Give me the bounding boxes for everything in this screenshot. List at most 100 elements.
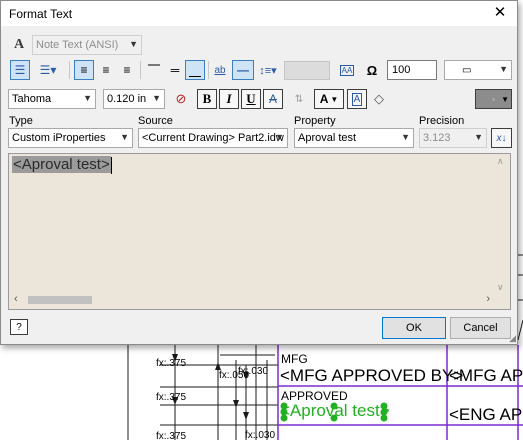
font-size-select[interactable]: 0.120 in ▼ — [103, 89, 165, 109]
insert-symbol-button[interactable]: A ▼ — [314, 89, 344, 109]
resize-grip-icon[interactable]: ◢ — [509, 333, 516, 344]
line-button[interactable]: — — [232, 60, 254, 80]
insert-symbol-icon: A — [319, 92, 329, 106]
source-select[interactable]: <Current Drawing> Part2.idw ▼ — [138, 128, 288, 148]
precision-value: 3.123 — [423, 132, 451, 144]
text-editor[interactable]: <Aproval test> ∧ ∨ ‹ › — [8, 153, 511, 310]
editor-text[interactable]: <Aproval test> — [12, 156, 111, 173]
insert-field-select[interactable]: ▭ ▼ — [444, 60, 512, 80]
rectangle-icon: ▭ — [462, 64, 472, 76]
clear-format-button[interactable]: ◇ — [369, 89, 389, 109]
dim-label: fx:.375 — [156, 431, 187, 440]
help-button[interactable]: ? — [10, 319, 28, 335]
close-button[interactable]: ✕ — [491, 4, 509, 22]
align-left-icon: ≡ — [80, 63, 88, 77]
ok-label: OK — [406, 322, 422, 334]
width-scale-glyph-icon: Ω — [366, 62, 378, 78]
format-text-dialog: Format Text ✕ A Note Text (ANSI) ▼ ☰ ☰▾ … — [0, 0, 518, 345]
numbering-button[interactable]: ☰▾ — [33, 60, 63, 80]
chevron-down-icon: ▼ — [120, 132, 129, 142]
add-parameter-icon: x↓ — [496, 132, 507, 144]
mfg-app-field[interactable]: <MFG APP — [449, 366, 523, 386]
align-top-button[interactable]: ⎺ — [144, 60, 164, 80]
chevron-down-icon: ∨ — [497, 282, 504, 292]
align-left-button[interactable]: ≡ — [74, 60, 94, 80]
chevron-down-icon: ▼ — [275, 132, 284, 142]
add-parameter-button[interactable]: x↓ — [491, 128, 512, 148]
numbered-list-icon: ☰▾ — [39, 63, 57, 77]
chevron-down-icon: ▼ — [474, 132, 483, 142]
chevron-down-icon: ▼ — [83, 93, 92, 103]
aproval-test-field[interactable]: <Aproval test> — [280, 401, 390, 421]
underline-button[interactable]: U — [241, 89, 261, 109]
property-value: Aproval test — [298, 132, 357, 144]
align-middle-button[interactable]: ═ — [165, 60, 185, 80]
bullets-button[interactable]: ☰ — [10, 60, 30, 80]
align-bottom-button[interactable]: ⎽ — [185, 60, 205, 80]
background-fill-icon: A — [351, 92, 363, 106]
italic-button[interactable]: I — [219, 89, 239, 109]
width-scale-icon: Ω — [362, 60, 382, 80]
font-select[interactable]: Tahoma ▼ — [8, 89, 96, 109]
eng-app-field[interactable]: <ENG APP — [449, 405, 523, 425]
align-right-button[interactable]: ≡ — [117, 60, 137, 80]
ok-button[interactable]: OK — [382, 317, 446, 339]
font-value: Tahoma — [12, 93, 52, 105]
type-select[interactable]: Custom iProperties ▼ — [8, 128, 133, 148]
precision-label: Precision — [419, 115, 465, 127]
close-icon: ✕ — [493, 4, 507, 21]
align-center-icon: ≡ — [102, 63, 110, 77]
stack-icon: AA — [339, 64, 355, 76]
case-button[interactable]: ⇅ — [289, 89, 309, 109]
chevron-down-icon: ▼ — [330, 94, 339, 104]
vertical-scrollbar[interactable]: ∧ ∨ — [493, 155, 509, 293]
spell-check-button[interactable]: ab — [209, 60, 231, 80]
dim-label: fx:.030 — [245, 430, 276, 440]
scrollbar-thumb[interactable] — [28, 296, 92, 304]
line-spacing-button[interactable]: ↕≡▾ — [255, 60, 281, 80]
title-bar: Format Text ✕ — [1, 1, 517, 26]
text-color-button[interactable]: ⊘ — [171, 89, 191, 109]
horizontal-scrollbar[interactable]: ‹ › — [10, 292, 494, 308]
dialog-title: Format Text — [9, 7, 73, 21]
stack-button[interactable]: AA — [337, 60, 357, 80]
text-style-value: Note Text (ANSI) — [36, 39, 119, 51]
line-spacing-value-box[interactable] — [284, 61, 330, 80]
property-select[interactable]: Aproval test ▼ — [294, 128, 414, 148]
align-top-icon: ⎺ — [147, 62, 160, 77]
strikethrough-icon: A — [268, 92, 277, 106]
font-size-value: 0.120 in — [107, 93, 147, 105]
width-scale-input[interactable]: 100 — [387, 60, 437, 80]
help-icon: ? — [16, 321, 22, 333]
mfg-approved-by-field[interactable]: <MFG APPROVED BY> — [280, 366, 463, 386]
chevron-down-icon: ▼ — [501, 94, 509, 104]
dim-label: fx:.030 — [238, 366, 269, 377]
text-style-select[interactable]: Note Text (ANSI) ▼ — [32, 35, 142, 55]
chevron-down-icon: ▼ — [129, 39, 138, 49]
precision-select[interactable]: 3.123 ▼ — [419, 128, 487, 148]
bold-button[interactable]: B — [197, 89, 217, 109]
text-style-icon: A — [8, 35, 30, 55]
align-center-button[interactable]: ≡ — [96, 60, 116, 80]
strikethrough-button[interactable]: A — [263, 89, 283, 109]
color-swatch-icon: ◦ — [492, 94, 495, 104]
width-scale-value: 100 — [392, 64, 411, 76]
background-fill-button[interactable]: A — [347, 89, 367, 109]
mfg-label: MFG — [281, 352, 308, 366]
chevron-left-icon: ‹ — [14, 293, 18, 305]
cancel-button[interactable]: Cancel — [450, 317, 511, 339]
chevron-down-icon: ▼ — [499, 64, 508, 74]
toolbar-separator — [140, 61, 141, 79]
case-icon: ⇅ — [294, 93, 304, 105]
line-icon: — — [237, 63, 249, 77]
type-label: Type — [9, 115, 33, 127]
text-caret — [111, 157, 112, 174]
spell-check-icon: ab — [214, 64, 226, 76]
dim-label: fx:.375 — [156, 358, 187, 369]
chevron-right-icon: › — [486, 293, 490, 305]
cancel-label: Cancel — [463, 322, 498, 334]
color-picker-button[interactable]: ◦ ▼ — [475, 89, 512, 109]
chevron-down-icon: ▼ — [152, 93, 161, 103]
type-value: Custom iProperties — [12, 132, 106, 144]
text-color-icon: ⊘ — [175, 91, 187, 106]
